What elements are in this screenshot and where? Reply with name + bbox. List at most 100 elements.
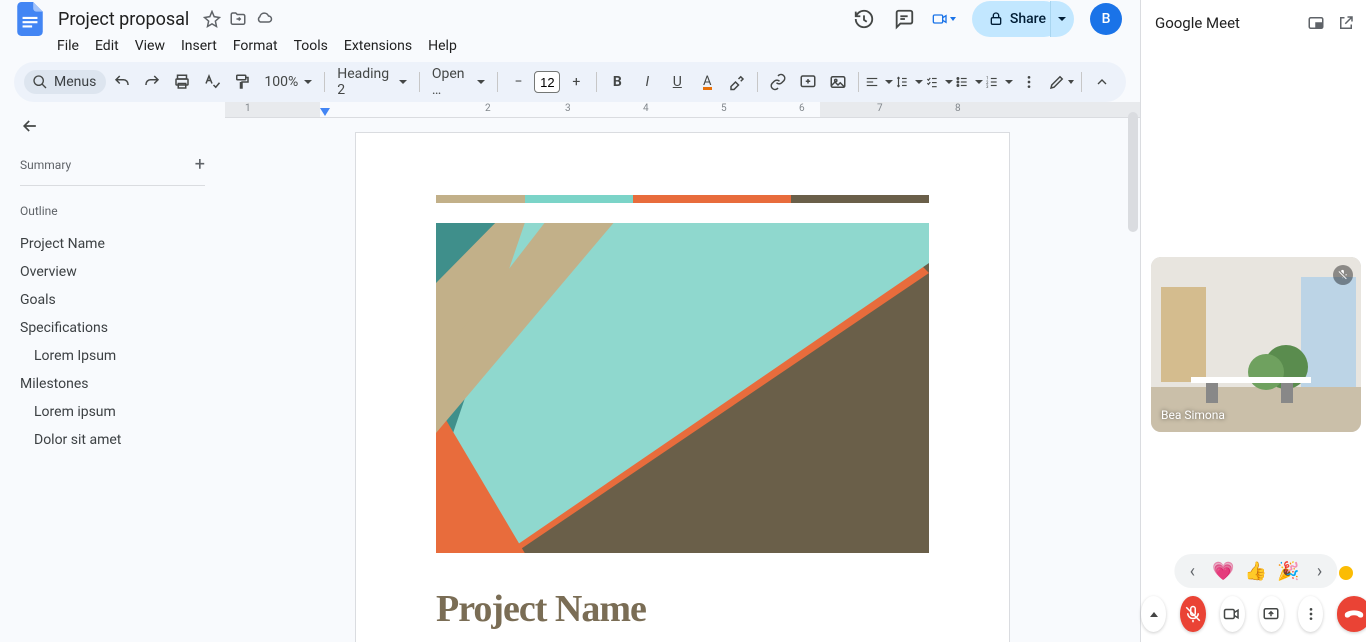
outline-item-project-name[interactable]: Project Name <box>20 230 205 258</box>
spellcheck-button[interactable] <box>198 68 226 96</box>
more-toolbar-button[interactable] <box>1015 68 1043 96</box>
undo-button[interactable] <box>108 68 136 96</box>
menu-bar: File Edit View Insert Format Tools Exten… <box>0 32 1140 62</box>
paint-format-button[interactable] <box>228 68 256 96</box>
checklist-button[interactable] <box>925 68 953 96</box>
outline-item-lorem-2[interactable]: Lorem ipsum <box>20 398 205 426</box>
print-button[interactable] <box>168 68 196 96</box>
outline-item-overview[interactable]: Overview <box>20 258 205 286</box>
add-comment-button[interactable] <box>794 68 822 96</box>
text-color-button[interactable]: A <box>693 68 721 96</box>
align-button[interactable] <box>865 68 893 96</box>
meet-panel: Google Meet Bea Simona <box>1141 0 1366 642</box>
bold-button[interactable]: B <box>603 68 631 96</box>
outline-item-milestones[interactable]: Milestones <box>20 370 205 398</box>
comment-icon[interactable] <box>892 7 916 31</box>
history-icon[interactable] <box>852 7 876 31</box>
line-spacing-button[interactable] <box>895 68 923 96</box>
menu-insert[interactable]: Insert <box>174 34 224 58</box>
reaction-heart[interactable]: 💗 <box>1212 561 1234 582</box>
document-area[interactable]: 1 2 3 4 5 6 7 8 <box>225 102 1140 642</box>
header-color-band <box>436 195 929 203</box>
reactions-bar: ‹ 💗 👍 🎉 › <box>1174 554 1337 588</box>
hangup-button[interactable] <box>1337 596 1366 632</box>
outline-item-goals[interactable]: Goals <box>20 286 205 314</box>
meet-camera-icon[interactable] <box>932 7 956 31</box>
menu-edit[interactable]: Edit <box>88 34 126 58</box>
insert-image-button[interactable] <box>824 68 852 96</box>
document-title[interactable]: Project proposal <box>52 7 195 32</box>
reactions-prev-icon[interactable]: ‹ <box>1182 561 1202 582</box>
redo-button[interactable] <box>138 68 166 96</box>
more-options-button[interactable] <box>1141 596 1166 632</box>
italic-button[interactable]: I <box>633 68 661 96</box>
menu-extensions[interactable]: Extensions <box>337 34 419 58</box>
collapse-toolbar-button[interactable] <box>1088 68 1116 96</box>
add-summary-icon[interactable]: + <box>195 154 205 175</box>
participant-muted-icon <box>1333 265 1353 285</box>
style-select[interactable]: Heading 2 <box>331 68 413 96</box>
reaction-confetti[interactable]: 🎉 <box>1277 561 1299 582</box>
font-size-decrease[interactable]: − <box>504 68 532 96</box>
bulleted-list-button[interactable] <box>955 68 983 96</box>
star-icon[interactable] <box>203 10 221 28</box>
participant-tile[interactable]: Bea Simona <box>1151 257 1361 432</box>
reactions-next-icon[interactable]: › <box>1310 561 1330 582</box>
outline-item-dolor[interactable]: Dolor sit amet <box>20 426 205 454</box>
ruler-tick: 1 <box>245 103 251 114</box>
vertical-ruler <box>0 102 16 642</box>
ruler-tick: 3 <box>565 103 571 114</box>
highlight-button[interactable] <box>723 68 751 96</box>
account-avatar[interactable]: B <box>1090 3 1122 35</box>
menu-format[interactable]: Format <box>226 34 285 58</box>
editing-mode-button[interactable] <box>1047 68 1075 96</box>
ruler-tick: 5 <box>721 103 727 114</box>
pip-icon[interactable] <box>1305 12 1327 34</box>
toolbar: Menus 100% Heading 2 Open … − + B I U A <box>14 62 1126 102</box>
svg-text:3: 3 <box>986 84 989 89</box>
summary-label: Summary <box>20 158 71 172</box>
cloud-status-icon[interactable] <box>255 10 273 28</box>
menu-help[interactable]: Help <box>421 34 464 58</box>
menu-tools[interactable]: Tools <box>287 34 335 58</box>
ruler-tick: 4 <box>643 103 649 114</box>
menu-search-label: Menus <box>54 74 96 90</box>
font-size-input[interactable] <box>534 71 560 93</box>
horizontal-ruler[interactable]: 1 2 3 4 5 6 7 8 <box>225 102 1140 118</box>
ruler-tick: 7 <box>877 103 883 114</box>
outline-item-lorem-1[interactable]: Lorem Ipsum <box>20 342 205 370</box>
menu-view[interactable]: View <box>128 34 172 58</box>
link-button[interactable] <box>764 68 792 96</box>
outline-panel: Summary + Outline Project Name Overview … <box>0 102 225 642</box>
more-actions-button[interactable] <box>1298 596 1323 632</box>
indent-marker-icon[interactable] <box>320 108 330 118</box>
numbered-list-button[interactable]: 123 <box>985 68 1013 96</box>
outline-item-specifications[interactable]: Specifications <box>20 314 205 342</box>
self-view-dot[interactable] <box>1337 564 1355 582</box>
menu-search[interactable]: Menus <box>24 70 106 94</box>
hero-image <box>436 223 929 553</box>
document-page[interactable]: Project Name 09.04.20XX <box>355 132 1010 642</box>
camera-toggle-button[interactable] <box>1220 596 1245 632</box>
close-outline-icon[interactable] <box>20 116 205 136</box>
share-label: Share <box>1010 11 1046 27</box>
document-heading[interactable]: Project Name <box>436 587 929 631</box>
meet-title: Google Meet <box>1155 14 1240 32</box>
reaction-thumbs-up[interactable]: 👍 <box>1245 561 1267 582</box>
underline-button[interactable]: U <box>663 68 691 96</box>
mic-toggle-button[interactable] <box>1180 596 1205 632</box>
ruler-tick: 8 <box>955 103 961 114</box>
zoom-select[interactable]: 100% <box>258 68 318 96</box>
popout-icon[interactable] <box>1335 12 1357 34</box>
present-screen-button[interactable] <box>1259 596 1284 632</box>
ruler-tick: 2 <box>485 103 491 114</box>
ruler-tick: 6 <box>799 103 805 114</box>
menu-file[interactable]: File <box>50 34 86 58</box>
font-size-increase[interactable]: + <box>562 68 590 96</box>
meet-controls <box>1141 596 1366 632</box>
participant-name: Bea Simona <box>1161 408 1225 422</box>
font-select[interactable]: Open … <box>426 68 492 96</box>
outline-label: Outline <box>20 204 205 218</box>
scrollbar[interactable] <box>1128 112 1138 232</box>
move-folder-icon[interactable] <box>229 10 247 28</box>
